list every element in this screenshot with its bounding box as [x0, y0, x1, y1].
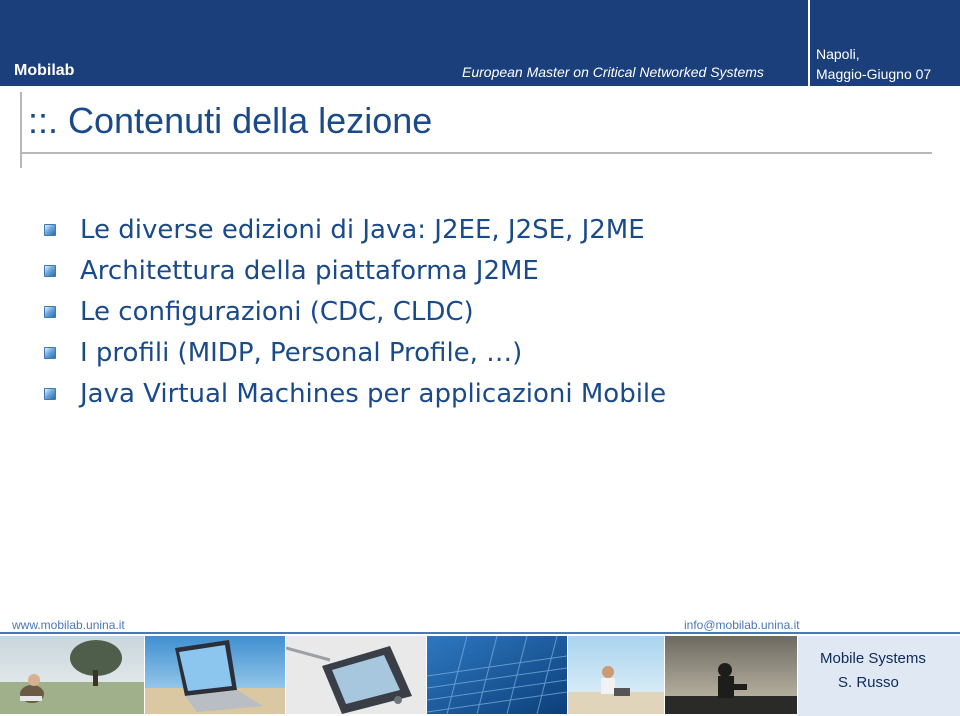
place-line: Napoli,: [816, 46, 860, 62]
footer-email-link[interactable]: info@mobilab.unina.it: [684, 618, 800, 632]
bullet-item: I profili (MIDP, Personal Profile, …): [44, 335, 666, 376]
bullet-item: Le configurazioni (CDC, CLDC): [44, 294, 666, 335]
header-divider: [808, 0, 810, 88]
header-bottom-line: [0, 86, 960, 88]
date-line: Maggio-Giugno 07: [816, 66, 932, 82]
keyboard-photo: [427, 636, 567, 714]
bullet-text: Java Virtual Machines per applicazioni M…: [80, 379, 667, 409]
bullet-item: Java Virtual Machines per applicazioni M…: [44, 376, 666, 417]
bullet-text: I profili (MIDP, Personal Profile, …): [80, 338, 523, 368]
footer-rule: [0, 632, 960, 634]
pda-device-photo: [286, 636, 426, 714]
title-horizontal-rule: [20, 152, 932, 154]
tree-field-photo: [0, 636, 144, 714]
footer-course-panel: Mobile Systems S. Russo: [798, 636, 960, 716]
person-laptop-beach-photo: [568, 636, 664, 714]
silhouette-sunset-photo: [665, 636, 797, 714]
bullet-text: Le configurazioni (CDC, CLDC): [80, 297, 474, 327]
footer-course-name: Mobile Systems: [820, 650, 926, 667]
square-bullet-icon: [44, 388, 56, 400]
footer-author: S. Russo: [838, 674, 899, 691]
laptop-beach-photo: [145, 636, 285, 714]
title-vertical-rule: [20, 92, 22, 168]
course-title: European Master on Critical Networked Sy…: [462, 64, 764, 80]
bullet-text: Le diverse edizioni di Java: J2EE, J2SE,…: [80, 215, 645, 245]
brand-label: Mobilab: [14, 62, 75, 79]
place-date: Napoli, Maggio-Giugno 07: [816, 44, 931, 84]
bullet-text: Architettura della piattaforma J2ME: [80, 256, 539, 286]
square-bullet-icon: [44, 224, 56, 236]
square-bullet-icon: [44, 306, 56, 318]
footer-url-link[interactable]: www.mobilab.unina.it: [12, 618, 125, 632]
bullet-item: Le diverse edizioni di Java: J2EE, J2SE,…: [44, 212, 666, 253]
header-bar: Mobilab European Master on Critical Netw…: [0, 0, 960, 88]
square-bullet-icon: [44, 347, 56, 359]
bullet-list: Le diverse edizioni di Java: J2EE, J2SE,…: [44, 212, 666, 417]
bullet-item: Architettura della piattaforma J2ME: [44, 253, 666, 294]
square-bullet-icon: [44, 265, 56, 277]
slide-title: ::. Contenuti della lezione: [28, 100, 433, 141]
